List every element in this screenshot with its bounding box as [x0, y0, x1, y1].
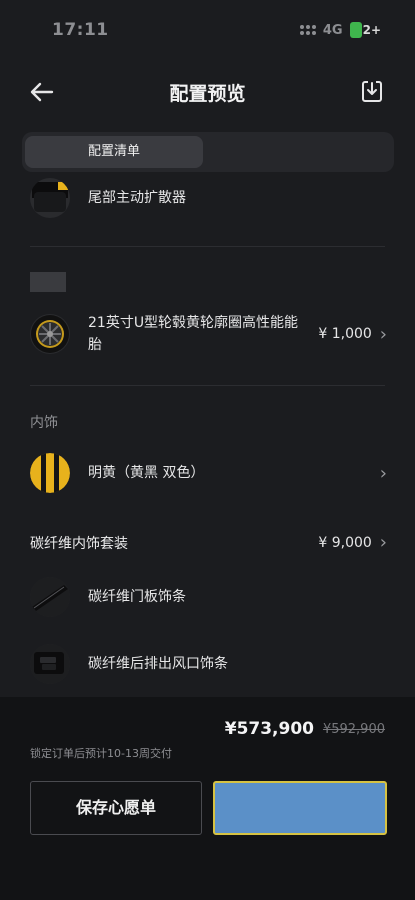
- list-item: 碳纤维后排出风口饰条: [30, 644, 387, 684]
- vent-trim-thumbnail: [30, 644, 70, 684]
- network-type: 4G: [322, 22, 343, 38]
- divider: [30, 246, 385, 247]
- list-item-color[interactable]: 明黄（黄黑 双色） ›: [30, 453, 387, 493]
- delivery-note: 锁定订单后预计10-13周交付: [30, 747, 172, 760]
- status-icons: 4G 2+: [299, 22, 381, 38]
- signal-icon: [299, 25, 316, 35]
- tab-config-list[interactable]: 配置清单: [25, 136, 203, 168]
- item-price: ¥ 1,000 ›: [318, 323, 387, 345]
- color-swatch-icon: [30, 453, 70, 493]
- tab-bar: 配置清单: [22, 132, 394, 172]
- section-image-icon: [30, 272, 66, 292]
- carbon-package-row[interactable]: 碳纤维内饰套装 ¥ 9,000 ›: [30, 532, 387, 553]
- battery-icon: 2+: [349, 22, 381, 38]
- footer-bar: ¥573,900 ¥592,900 锁定订单后预计10-13周交付 保存心愿单: [0, 697, 415, 900]
- chevron-right-icon: ›: [379, 532, 387, 553]
- item-label: 明黄（黄黑 双色）: [88, 465, 205, 481]
- download-icon[interactable]: [359, 78, 385, 104]
- nav-bar: 配置预览: [0, 70, 415, 114]
- item-label: 碳纤维后排出风口饰条: [88, 656, 228, 672]
- page-title: 配置预览: [169, 83, 246, 105]
- config-list[interactable]: 尾部主动扩散器 21英寸U型轮毂黄轮廓圈高性能能 胎 ¥ 1,000 › 内饰 …: [0, 172, 415, 697]
- item-label: 碳纤维门板饰条: [88, 589, 186, 605]
- save-wishlist-button[interactable]: 保存心愿单: [30, 781, 202, 835]
- list-item-wheels[interactable]: 21英寸U型轮毂黄轮廓圈高性能能 胎 ¥ 1,000 ›: [30, 312, 387, 356]
- carbon-package-label: 碳纤维内饰套装: [30, 535, 128, 552]
- status-time: 17:11: [52, 20, 109, 40]
- carbon-package-price: ¥ 9,000: [318, 534, 372, 551]
- battery-level: 2+: [362, 23, 381, 37]
- door-trim-thumbnail: [30, 577, 70, 617]
- section-interior: 内饰: [30, 415, 58, 431]
- list-item[interactable]: 尾部主动扩散器: [30, 178, 387, 218]
- divider: [30, 385, 385, 386]
- primary-action-button[interactable]: [213, 781, 387, 835]
- total-price: ¥573,900: [224, 719, 314, 739]
- original-price: ¥592,900: [322, 722, 385, 737]
- item-label: 尾部主动扩散器: [88, 190, 186, 206]
- chevron-right-icon: ›: [379, 462, 387, 484]
- diffuser-thumbnail: [30, 178, 70, 218]
- chevron-right-icon: ›: [379, 323, 387, 345]
- status-bar: 17:11 4G 2+: [0, 0, 415, 60]
- item-label: 21英寸U型轮毂黄轮廓圈高性能能 胎: [88, 315, 299, 353]
- wheel-icon: [30, 314, 70, 354]
- list-item: 碳纤维门板饰条: [30, 577, 387, 617]
